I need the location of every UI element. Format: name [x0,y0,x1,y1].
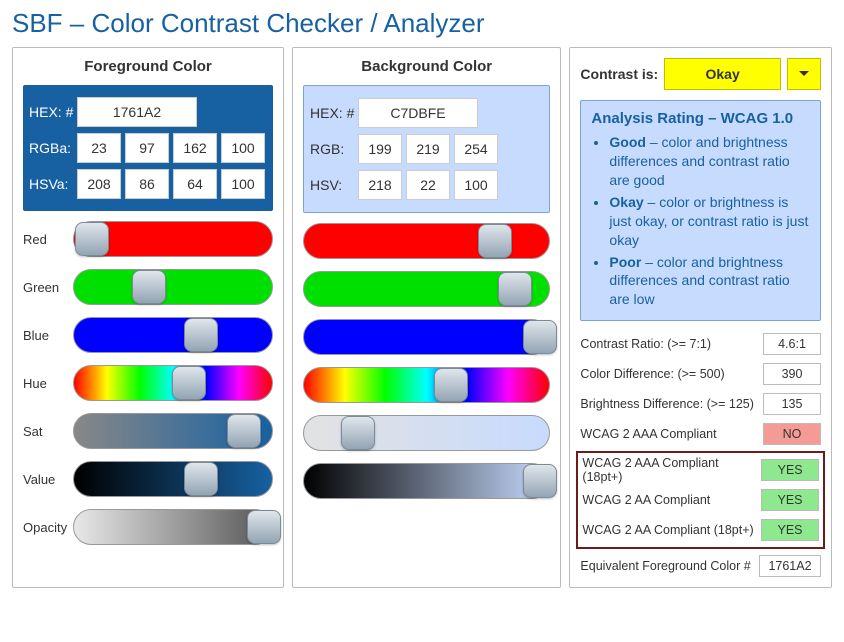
chevron-down-icon [798,70,810,78]
fg-a-input[interactable] [221,133,265,163]
metric-brightness-diff: Brightness Difference: (>= 125) 135 [580,389,821,419]
fg-v-input[interactable] [173,169,217,199]
slider-thumb[interactable] [227,414,261,448]
slider-thumb[interactable] [523,320,557,354]
metric-value: NO [763,423,821,445]
metric-label: WCAG 2 AAA Compliant (18pt+) [582,456,761,484]
metric-highlight-group: WCAG 2 AAA Compliant (18pt+) YES WCAG 2 … [576,451,825,549]
bg-g-input[interactable] [406,134,450,164]
bg-b-input[interactable] [454,134,498,164]
bg-r-input[interactable] [358,134,402,164]
fg-hex-input[interactable] [77,97,197,127]
bg-red-slider[interactable] [303,223,550,259]
foreground-panel: Foreground Color HEX: # RGBa: HSVa: Re [12,47,284,588]
fg-b-input[interactable] [173,133,217,163]
slider-thumb[interactable] [498,272,532,306]
fg-rgb-label: RGBa: [27,140,77,156]
bg-v-input[interactable] [454,170,498,200]
metric-value: 1761A2 [759,555,821,577]
rating-good: Good – color and brightness differences … [609,133,810,190]
slider-thumb[interactable] [523,464,557,498]
fg-h-input[interactable] [77,169,121,199]
fg-va-input[interactable] [221,169,265,199]
metric-label: WCAG 2 AA Compliant (18pt+) [582,523,753,537]
fg-op-label: Opacity [23,520,73,535]
rating-okay: Okay – color or brightness is just okay,… [609,193,810,250]
bg-sat-slider[interactable] [303,415,550,451]
bg-green-slider[interactable] [303,271,550,307]
fg-s-input[interactable] [125,169,169,199]
slider-thumb[interactable] [247,510,281,544]
contrast-dropdown[interactable] [787,58,821,90]
metric-contrast-ratio: Contrast Ratio: (>= 7:1) 4.6:1 [580,329,821,359]
rating-title: Analysis Rating – WCAG 1.0 [591,109,810,129]
fg-hue-slider[interactable] [73,365,273,401]
metric-label: Color Difference: (>= 500) [580,367,724,381]
bg-h-input[interactable] [358,170,402,200]
bg-hue-slider[interactable] [303,367,550,403]
metric-equiv-fg: Equivalent Foreground Color # 1761A2 [580,551,821,581]
fg-blue-slider[interactable] [73,317,273,353]
metric-wcag2-aaa-18: WCAG 2 AAA Compliant (18pt+) YES [582,455,819,485]
fg-sat-slider[interactable] [73,413,273,449]
bg-hsv-label: HSV: [308,177,358,193]
fg-sat-label: Sat [23,424,73,439]
fg-green-label: Green [23,280,73,295]
metric-value: 4.6:1 [763,333,821,355]
bg-rgb-label: RGB: [308,141,358,157]
contrast-label: Contrast is: [580,66,658,82]
results-panel: Contrast is: Okay Analysis Rating – WCAG… [569,47,832,588]
metric-value: YES [761,489,819,511]
slider-thumb[interactable] [478,224,512,258]
fg-heading: Foreground Color [23,58,273,75]
bg-s-input[interactable] [406,170,450,200]
fg-g-input[interactable] [125,133,169,163]
bg-val-slider[interactable] [303,463,550,499]
metric-label: WCAG 2 AAA Compliant [580,427,716,441]
metric-label: Equivalent Foreground Color # [580,559,750,573]
metric-label: Contrast Ratio: (>= 7:1) [580,337,711,351]
metric-color-diff: Color Difference: (>= 500) 390 [580,359,821,389]
bg-blue-slider[interactable] [303,319,550,355]
bg-hex-input[interactable] [358,98,478,128]
metric-wcag2-aa: WCAG 2 AA Compliant YES [582,485,819,515]
metric-value: YES [761,459,819,481]
metric-wcag2-aaa: WCAG 2 AAA Compliant NO [580,419,821,449]
slider-thumb[interactable] [184,462,218,496]
metric-value: 390 [763,363,821,385]
metric-wcag2-aa-18: WCAG 2 AA Compliant (18pt+) YES [582,515,819,545]
metric-value: YES [761,519,819,541]
bg-hex-label: HEX: # [308,105,358,121]
slider-thumb[interactable] [341,416,375,450]
bg-colorbox: HEX: # RGB: HSV: [303,85,550,213]
metric-label: Brightness Difference: (>= 125) [580,397,753,411]
slider-thumb[interactable] [75,222,109,256]
slider-thumb[interactable] [434,368,468,402]
fg-colorbox: HEX: # RGBa: HSVa: [23,85,273,211]
rating-poor: Poor – color and brightness differences … [609,253,810,310]
page-title: SBF – Color Contrast Checker / Analyzer [12,8,832,39]
fg-red-slider[interactable] [73,221,273,257]
fg-hex-label: HEX: # [27,104,77,120]
contrast-value: Okay [664,58,781,90]
fg-r-input[interactable] [77,133,121,163]
slider-thumb[interactable] [172,366,206,400]
background-panel: Background Color HEX: # RGB: HSV: [292,47,561,588]
fg-val-label: Value [23,472,73,487]
fg-hue-label: Hue [23,376,73,391]
fg-green-slider[interactable] [73,269,273,305]
fg-val-slider[interactable] [73,461,273,497]
slider-thumb[interactable] [184,318,218,352]
metric-label: WCAG 2 AA Compliant [582,493,710,507]
fg-opacity-slider[interactable] [73,509,273,545]
metric-value: 135 [763,393,821,415]
fg-red-label: Red [23,232,73,247]
rating-box: Analysis Rating – WCAG 1.0 Good – color … [580,100,821,321]
slider-thumb[interactable] [132,270,166,304]
fg-blue-label: Blue [23,328,73,343]
bg-heading: Background Color [303,58,550,75]
fg-hsv-label: HSVa: [27,176,77,192]
